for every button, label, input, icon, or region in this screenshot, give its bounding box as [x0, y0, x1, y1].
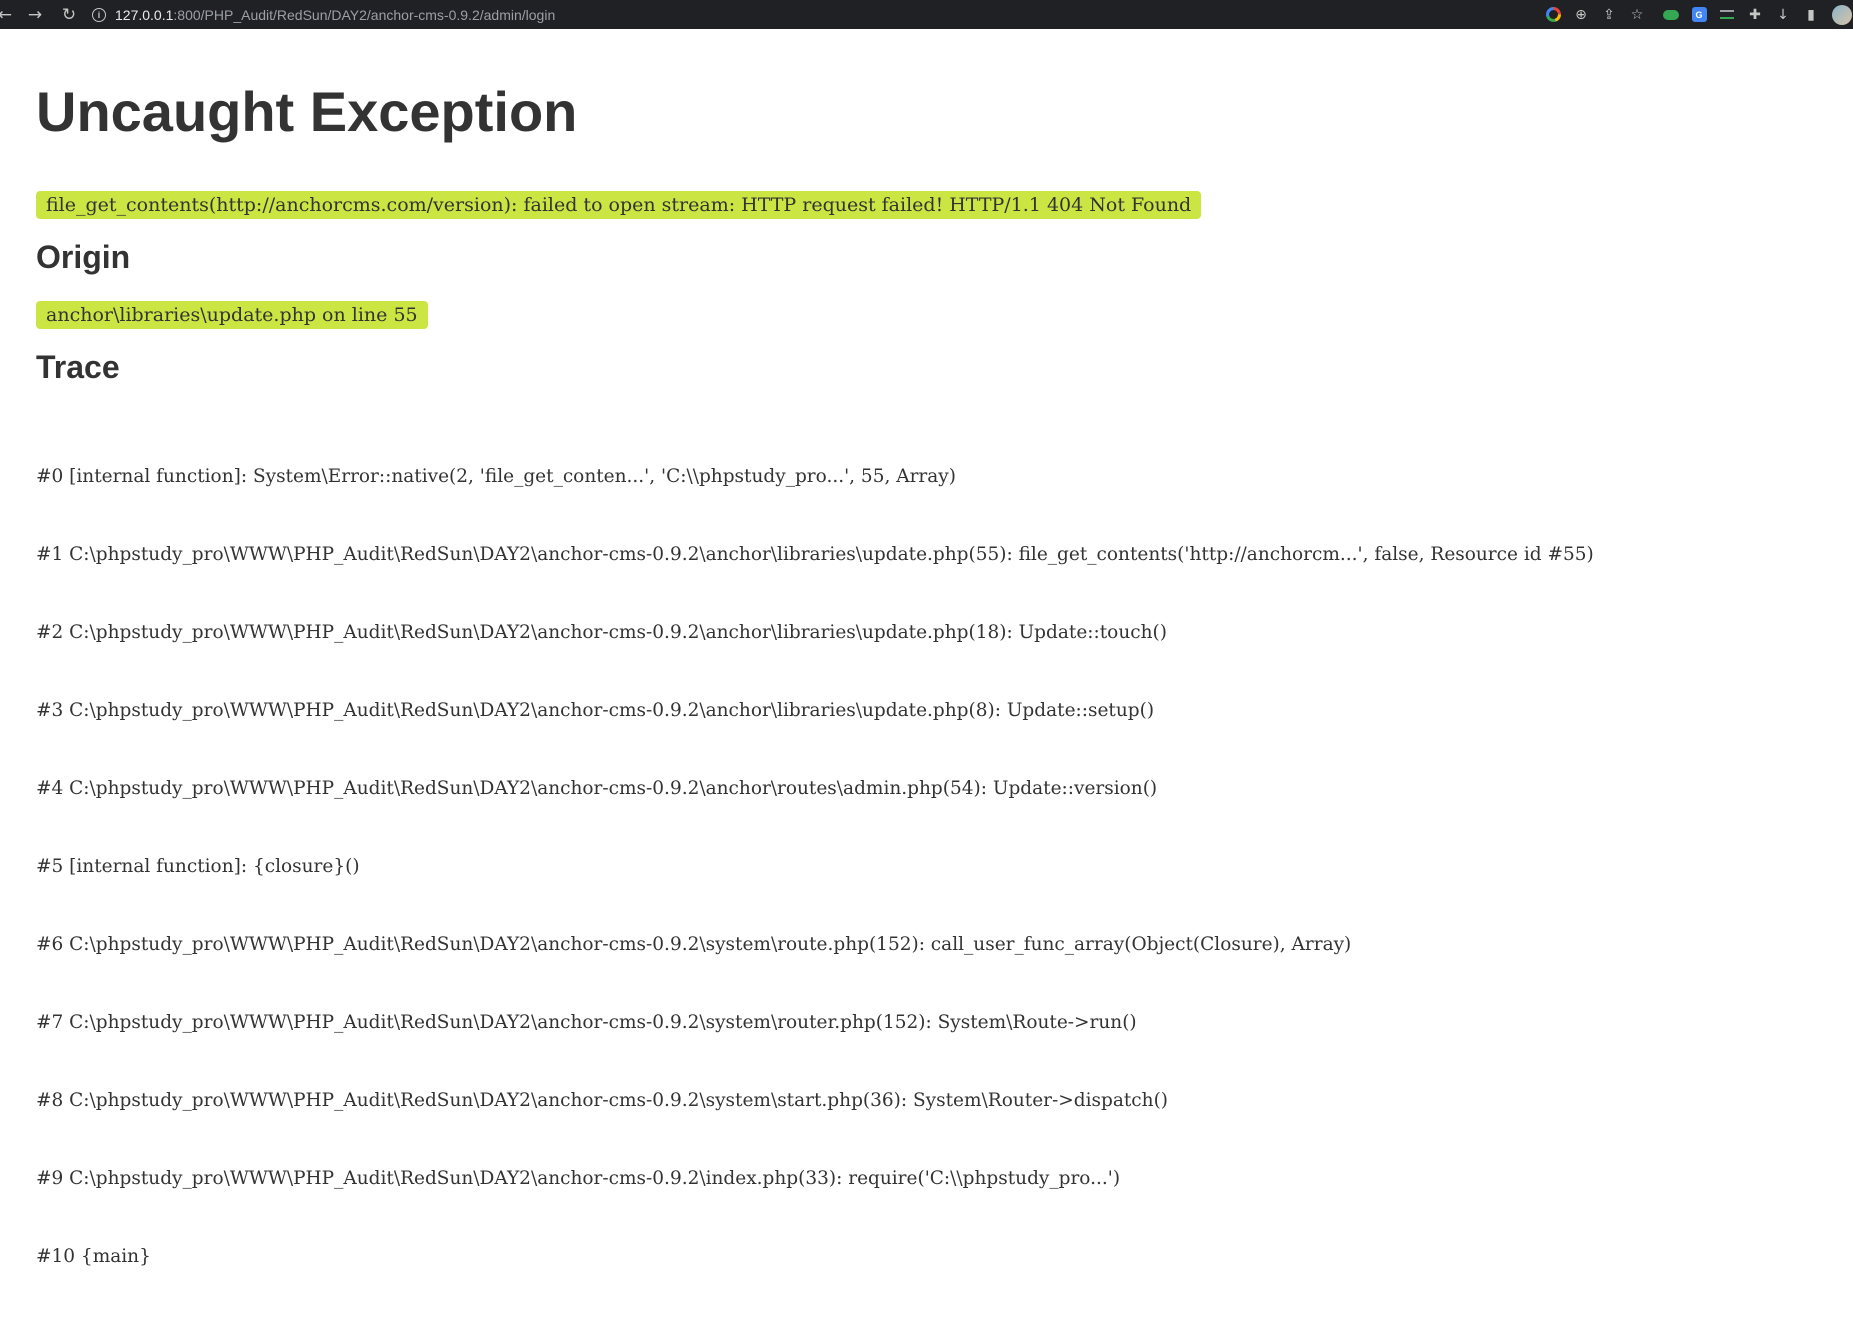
trace-line: #9 C:\phpstudy_pro\WWW\PHP_Audit\RedSun\…	[36, 1168, 1121, 1189]
trace-line: #6 C:\phpstudy_pro\WWW\PHP_Audit\RedSun\…	[36, 934, 1352, 955]
reload-icon[interactable]: ↻	[56, 3, 82, 27]
error-message: file_get_contents(http://anchorcms.com/v…	[36, 191, 1202, 219]
site-info-icon[interactable]: i	[92, 7, 106, 22]
trace-line: #3 C:\phpstudy_pro\WWW\PHP_Audit\RedSun\…	[36, 700, 1155, 721]
sidebar-icon[interactable]: ▮	[1797, 3, 1825, 27]
page-title: Uncaught Exception	[36, 80, 578, 143]
bookmark-star-icon[interactable]: ☆	[1623, 3, 1651, 27]
trace-line: #8 C:\phpstudy_pro\WWW\PHP_Audit\RedSun\…	[36, 1090, 1169, 1111]
trace-line: #10 {main}	[36, 1246, 151, 1267]
profile-avatar[interactable]	[1825, 3, 1853, 27]
share-icon[interactable]: ⇪	[1595, 3, 1623, 27]
google-lens-icon[interactable]	[1539, 3, 1567, 27]
trace-line: #7 C:\phpstudy_pro\WWW\PHP_Audit\RedSun\…	[36, 1012, 1137, 1033]
forward-arrow-icon[interactable]: →	[22, 3, 48, 27]
extension-list-icon[interactable]	[1713, 3, 1741, 27]
zoom-icon[interactable]: ⊕	[1567, 3, 1595, 27]
back-arrow-icon[interactable]: ←	[0, 3, 12, 27]
trace-line: #1 C:\phpstudy_pro\WWW\PHP_Audit\RedSun\…	[36, 544, 1594, 565]
trace-line: #2 C:\phpstudy_pro\WWW\PHP_Audit\RedSun\…	[36, 622, 1167, 643]
url-host: 127.0.0.1	[115, 6, 174, 23]
origin-heading: Origin	[36, 239, 131, 275]
trace-heading: Trace	[36, 349, 120, 385]
trace-line: #5 [internal function]: {closure}()	[36, 856, 360, 877]
toolbar-actions: ⊕ ⇪ ☆ G ✚ ↓ ▮	[1539, 0, 1853, 29]
download-icon[interactable]: ↓	[1769, 3, 1797, 27]
translate-icon[interactable]: G	[1685, 3, 1713, 27]
puzzle-icon[interactable]: ✚	[1741, 3, 1769, 27]
address-bar[interactable]: i 127.0.0.1:800/PHP_Audit/RedSun/DAY2/an…	[92, 0, 555, 29]
trace-line: #4 C:\phpstudy_pro\WWW\PHP_Audit\RedSun\…	[36, 778, 1158, 799]
trace-line: #0 [internal function]: System\Error::na…	[36, 466, 956, 487]
url-path: :800/PHP_Audit/RedSun/DAY2/anchor-cms-0.…	[173, 6, 556, 23]
stack-trace: #0 [internal function]: System\Error::na…	[36, 412, 1594, 1322]
origin-location: anchor\libraries\update.php on line 55	[36, 301, 428, 329]
extension-toggle-icon[interactable]	[1657, 3, 1685, 27]
browser-toolbar: ← → ↻ i 127.0.0.1:800/PHP_Audit/RedSun/D…	[0, 0, 1853, 29]
